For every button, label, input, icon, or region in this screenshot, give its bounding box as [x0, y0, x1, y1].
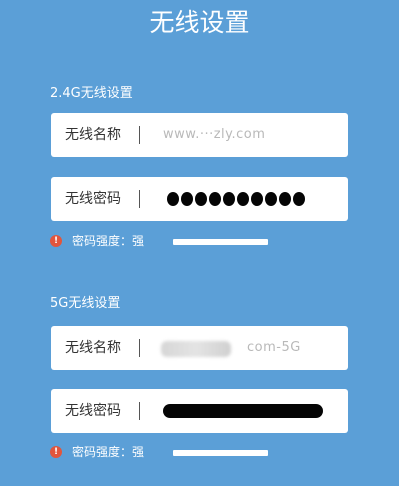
ssid-field-5g[interactable]: 无线名称 com-5G — [51, 326, 348, 370]
ssid-label-24g: 无线名称 — [65, 127, 121, 143]
ssid-input-24g[interactable]: www.···zly.com — [163, 113, 265, 157]
password-label-5g: 无线密码 — [65, 403, 121, 419]
strength-bar-5g — [173, 450, 268, 456]
password-strength-24g: ! 密码强度：强 — [50, 233, 350, 249]
field-divider — [139, 339, 140, 357]
page-title: 无线设置 — [149, 8, 250, 37]
section-label-5g: 5G无线设置 — [50, 296, 121, 311]
field-divider — [139, 190, 140, 208]
strength-bar-24g — [173, 239, 268, 245]
strength-label-24g: 密码强度：强 — [72, 234, 145, 248]
strength-label-5g: 密码强度：强 — [72, 445, 145, 459]
wireless-settings-page: 无线设置 2.4G无线设置 无线名称 www.···zly.com 无线密码 !… — [0, 0, 399, 486]
password-field-5g[interactable]: 无线密码 — [51, 389, 348, 433]
warning-icon: ! — [50, 235, 62, 247]
section-label-24g: 2.4G无线设置 — [50, 86, 133, 101]
redacted-blur — [161, 341, 231, 357]
password-label-24g: 无线密码 — [65, 191, 121, 207]
password-strength-5g: ! 密码强度：强 — [50, 444, 350, 460]
password-input-24g[interactable] — [167, 192, 305, 206]
field-divider — [139, 126, 140, 144]
ssid-input-5g[interactable]: com-5G — [247, 326, 301, 370]
password-field-24g[interactable]: 无线密码 — [51, 177, 348, 221]
password-input-5g[interactable] — [163, 404, 323, 418]
field-divider — [139, 402, 140, 420]
ssid-label-5g: 无线名称 — [65, 340, 121, 356]
ssid-field-24g[interactable]: 无线名称 www.···zly.com — [51, 113, 348, 157]
warning-icon: ! — [50, 446, 62, 458]
